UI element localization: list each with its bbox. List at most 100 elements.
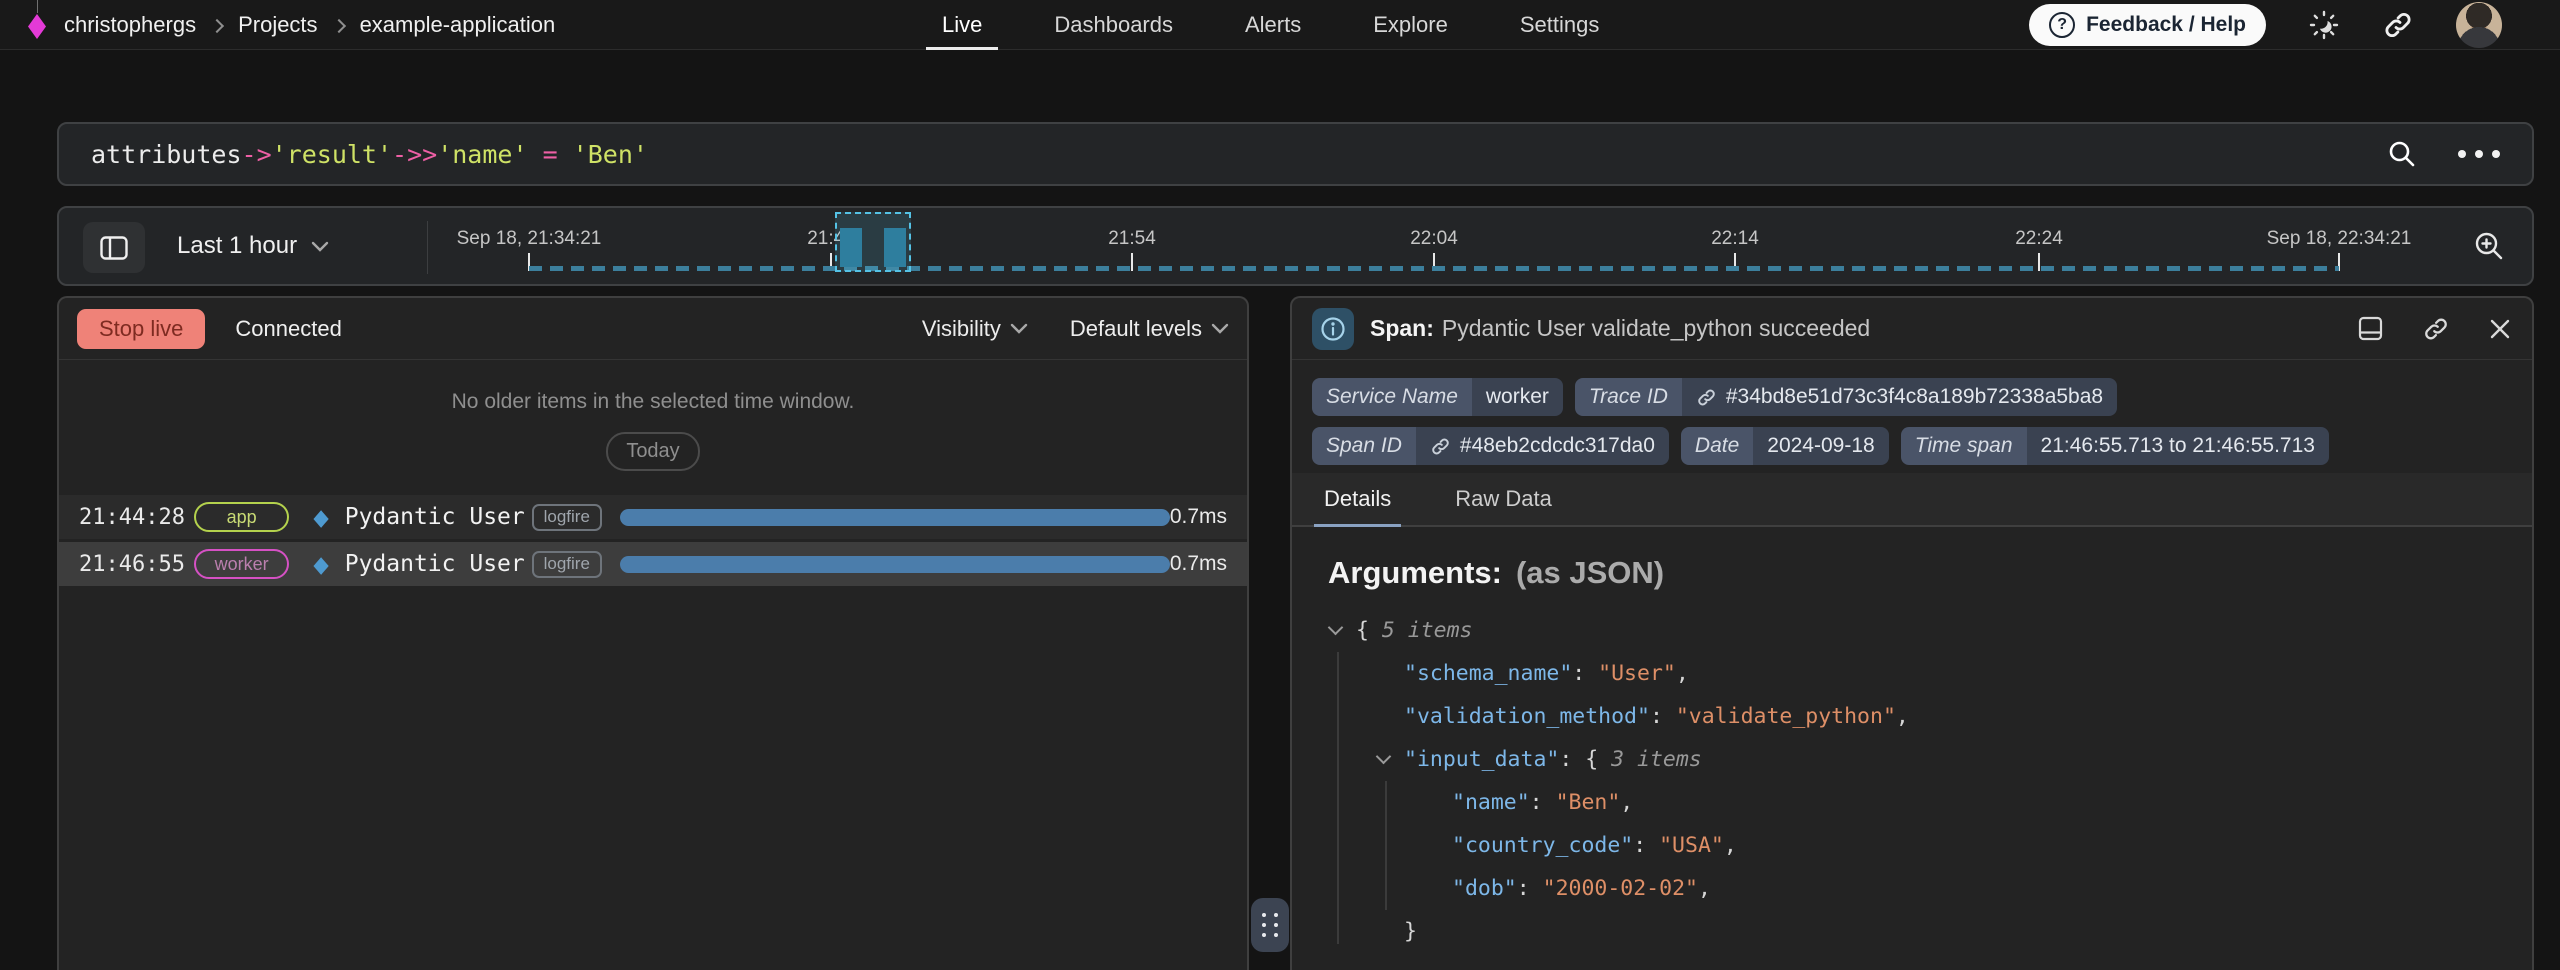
dropdown-default-levels[interactable]: Default levels xyxy=(1070,316,1229,342)
span-detail-header: Span:Pydantic User validate_python succe… xyxy=(1292,298,2532,360)
dropdown-label: Default levels xyxy=(1070,316,1202,342)
json-token: , xyxy=(1896,704,1909,729)
zoom-in-icon[interactable] xyxy=(2472,229,2506,263)
nav-tab-alerts[interactable]: Alerts xyxy=(1241,0,1305,50)
histogram-bar xyxy=(840,228,862,267)
badge-value[interactable]: #34bd8e51d73c3f4c8a189b72338a5ba8 xyxy=(1682,378,2117,416)
json-token: : xyxy=(1650,704,1676,729)
timeline-tick-label: 22:14 xyxy=(1711,228,1759,250)
json-line: "input_data": { 3 items xyxy=(1328,738,2496,781)
badge-label: Span ID xyxy=(1312,427,1416,465)
more-options-icon[interactable] xyxy=(2458,150,2500,158)
breadcrumb: christophergs Projects example-application xyxy=(26,0,555,50)
query-actions xyxy=(2386,138,2500,170)
timeline-histogram[interactable] xyxy=(529,266,2339,271)
badge-value[interactable]: #48eb2cdcdc317da0 xyxy=(1416,427,1669,465)
query-token: = xyxy=(528,140,573,169)
info-icon xyxy=(1312,308,1354,350)
json-token: "validation_method" xyxy=(1404,704,1650,729)
json-token: "USA" xyxy=(1659,833,1724,858)
row-timestamp: 21:44:28 xyxy=(79,505,194,530)
time-range-label: Last 1 hour xyxy=(177,232,297,260)
nav-tab-settings[interactable]: Settings xyxy=(1516,0,1604,50)
timeline-selection[interactable] xyxy=(835,212,911,272)
primary-nav: Live Dashboards Alerts Explore Settings xyxy=(938,0,1603,50)
span-detail-panel: Span:Pydantic User validate_python succe… xyxy=(1290,296,2534,970)
sidebar-toggle-button[interactable] xyxy=(83,222,145,273)
theme-toggle-icon[interactable] xyxy=(2308,9,2340,41)
empty-window-message: No older items in the selected time wind… xyxy=(59,390,1247,414)
scope-badge: logfire xyxy=(532,504,602,531)
panel-resize-handle[interactable] xyxy=(1251,898,1289,952)
nav-tab-live[interactable]: Live xyxy=(938,0,986,50)
tab-raw-data[interactable]: Raw Data xyxy=(1445,473,1562,525)
feedback-help-button[interactable]: ? Feedback / Help xyxy=(2029,4,2266,46)
connection-status: Connected xyxy=(235,316,341,342)
tab-details[interactable]: Details xyxy=(1314,473,1401,525)
chevron-down-icon xyxy=(311,241,329,252)
share-link-icon[interactable] xyxy=(2382,9,2414,41)
query-input[interactable]: attributes->'result'->>'name' = 'Ben' xyxy=(57,122,2534,186)
json-token: , xyxy=(1676,661,1689,686)
today-pill[interactable]: Today xyxy=(606,432,699,471)
badge-label: Time span xyxy=(1901,427,2027,465)
scope-badge: logfire xyxy=(532,551,602,578)
badge-label: Service Name xyxy=(1312,378,1472,416)
query-token: 'Ben' xyxy=(573,140,648,169)
json-line: "validation_method": "validate_python", xyxy=(1328,695,2496,738)
badge-span-id: Span ID#48eb2cdcdc317da0 xyxy=(1312,427,1669,465)
row-timestamp: 21:46:55 xyxy=(79,552,194,577)
nav-tab-dashboards[interactable]: Dashboards xyxy=(1050,0,1177,50)
trace-row[interactable]: 21:44:28app◆Pydantic Userlogfire0.7ms xyxy=(59,495,1247,539)
expand-chevron-icon[interactable] xyxy=(1328,620,1344,636)
json-indent-guide xyxy=(1337,652,1339,944)
detail-content: Arguments: (as JSON) { 5 items"schema_na… xyxy=(1292,527,2532,970)
duration-bar xyxy=(620,556,1170,573)
json-token: "input_data" xyxy=(1404,747,1559,772)
user-avatar[interactable] xyxy=(2456,2,2502,48)
nav-tab-explore[interactable]: Explore xyxy=(1369,0,1452,50)
badge-trace-id: Trace ID#34bd8e51d73c3f4c8a189b72338a5ba… xyxy=(1575,378,2117,416)
span-detail-actions xyxy=(2357,315,2512,343)
breadcrumb-item-example-application[interactable]: example-application xyxy=(360,12,556,38)
json-token: , xyxy=(1724,833,1737,858)
stop-live-button[interactable]: Stop live xyxy=(77,309,205,349)
search-icon[interactable] xyxy=(2386,138,2418,170)
timeline-bar: Last 1 hour Sep 18, 21:34:2121:4421:5422… xyxy=(57,206,2534,286)
json-indent-guide xyxy=(1385,781,1387,910)
trace-row[interactable]: 21:46:55worker◆Pydantic Userlogfire0.7ms xyxy=(59,542,1247,586)
close-icon[interactable] xyxy=(2488,317,2512,341)
histogram-bar xyxy=(884,228,906,267)
dropdown-visibility[interactable]: Visibility xyxy=(922,316,1028,342)
json-token: 3 items xyxy=(1611,747,1702,772)
badge-date: Date2024-09-18 xyxy=(1681,427,1889,465)
dock-panel-icon[interactable] xyxy=(2357,315,2384,342)
query-token: ->> xyxy=(392,140,437,169)
logfire-logo-icon[interactable] xyxy=(26,0,48,50)
expand-chevron-icon[interactable] xyxy=(1376,749,1392,765)
breadcrumb-item-christophergs[interactable]: christophergs xyxy=(64,12,196,38)
json-line: "dob": "2000-02-02", xyxy=(1328,867,2496,910)
timeline-tick-label: Sep 18, 22:34:21 xyxy=(2267,228,2412,250)
copy-link-icon[interactable] xyxy=(2422,315,2450,343)
timeline-tick-label: 21:54 xyxy=(1108,228,1156,250)
json-token: "dob" xyxy=(1452,876,1517,901)
timeline-tick-label: Sep 18, 21:34:21 xyxy=(457,228,602,250)
link-icon xyxy=(1430,436,1451,457)
json-token: : xyxy=(1517,876,1543,901)
json-token: "country_code" xyxy=(1452,833,1633,858)
json-token: : xyxy=(1530,790,1556,815)
app-root: christophergs Projects example-application… xyxy=(0,0,2560,970)
json-token: "validate_python" xyxy=(1676,704,1896,729)
json-token: : xyxy=(1572,661,1598,686)
arguments-heading: Arguments: (as JSON) xyxy=(1328,555,2496,591)
json-line: "country_code": "USA", xyxy=(1328,824,2496,867)
breadcrumb-item-Projects[interactable]: Projects xyxy=(238,12,317,38)
badge-row: Service NameworkerTrace ID#34bd8e51d73c3… xyxy=(1312,378,2512,416)
feedback-help-label: Feedback / Help xyxy=(2086,13,2246,37)
json-token: 5 items xyxy=(1382,618,1473,643)
query-token: attributes xyxy=(91,140,242,169)
badge-value: 21:46:55.713 to 21:46:55.713 xyxy=(2027,427,2329,465)
time-range-dropdown[interactable]: Last 1 hour xyxy=(177,208,329,284)
badge-value: 2024-09-18 xyxy=(1753,427,1888,465)
